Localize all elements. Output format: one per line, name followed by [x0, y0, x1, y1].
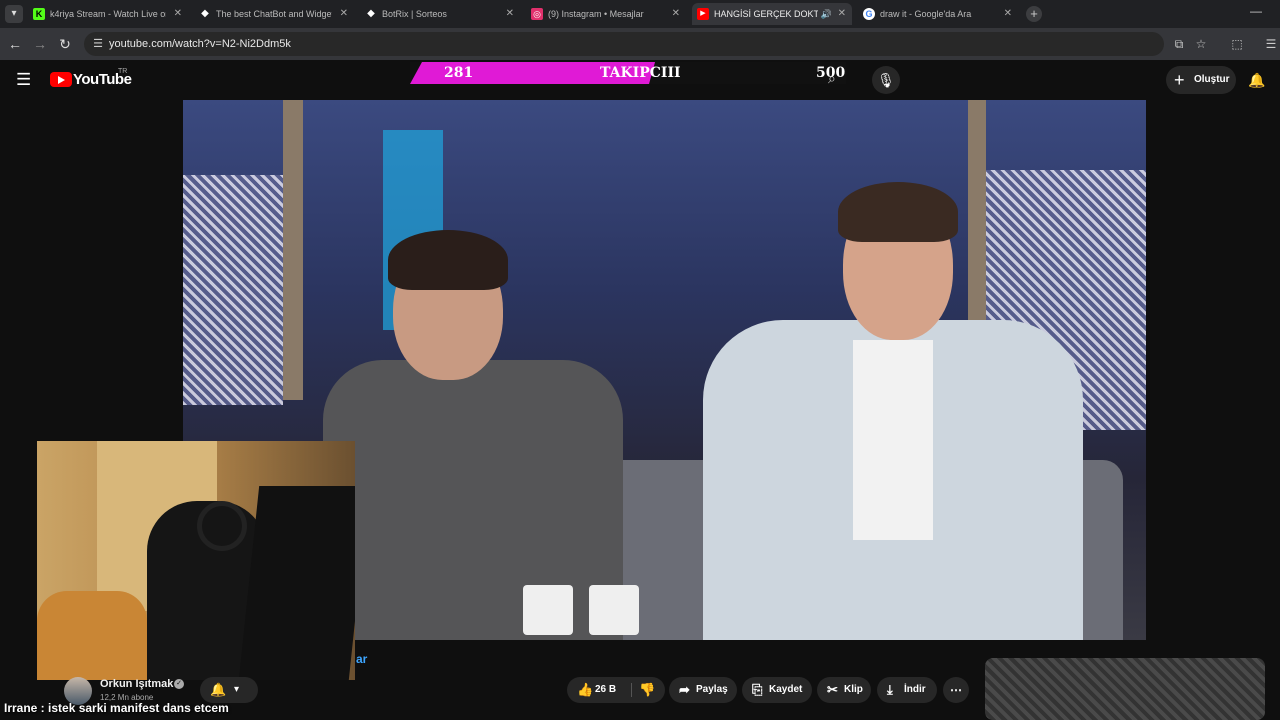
create-label: Oluştur: [1194, 74, 1230, 85]
tab-title: The best ChatBot and Widgets: [216, 9, 332, 19]
like-thumb-icon[interactable]: 👍: [577, 677, 593, 703]
video-cups: [523, 585, 653, 635]
verified-check-icon: ✓: [174, 679, 184, 689]
tab-title: k4riya Stream - Watch Live on Kick: [50, 9, 166, 19]
close-icon[interactable]: ✕: [340, 3, 348, 25]
tab-title: (9) Instagram • Mesajlar: [548, 9, 644, 19]
download-label: İndir: [904, 684, 926, 695]
new-tab-plus-icon[interactable]: +: [1026, 6, 1042, 22]
reload-icon[interactable]: ↻: [56, 35, 74, 53]
youtube-logo-icon[interactable]: [50, 72, 72, 87]
clip-button[interactable]: ✂ Klip: [817, 677, 871, 703]
browser-toolbar: ← → ↻ ☰ youtube.com/watch?v=N2-Ni2Ddm5k …: [0, 28, 1280, 60]
share-label: Paylaş: [696, 684, 728, 695]
chatbot-favicon-icon: ◆: [201, 8, 209, 19]
tab-kick[interactable]: K k4riya Stream - Watch Live on Kick ✕: [28, 3, 188, 25]
voice-search-mic-icon[interactable]: 🎙: [872, 66, 900, 94]
channel-name[interactable]: Orkun Işıtmak: [100, 678, 173, 690]
extensions-puzzle-icon[interactable]: ⬚: [1228, 35, 1246, 53]
streamer-webcam: [37, 441, 355, 680]
download-button[interactable]: ⤓ İndir: [877, 677, 937, 703]
video-person-left: [323, 230, 623, 640]
bell-icon: 🔔: [210, 682, 227, 697]
dislike-thumb-icon[interactable]: 👎: [639, 677, 655, 703]
chevron-down-icon: ▾: [234, 684, 240, 695]
tab-instagram[interactable]: ◎ (9) Instagram • Mesajlar ✕: [526, 3, 686, 25]
create-button[interactable]: + Oluştur: [1166, 66, 1236, 94]
follower-goal-overlay: 281 TAKIPCIII 500: [410, 62, 846, 84]
close-icon[interactable]: ✕: [1004, 3, 1012, 25]
video-person-right: [703, 182, 1083, 640]
install-app-icon[interactable]: ⧉: [1170, 35, 1188, 53]
download-icon: ⤓: [887, 682, 893, 697]
browser-tab-strip: ▾ K k4riya Stream - Watch Live on Kick ✕…: [0, 0, 1280, 28]
instagram-favicon-icon: ◎: [531, 8, 543, 20]
google-favicon-icon: G: [863, 8, 875, 20]
save-button[interactable]: ⎘ Kaydet: [742, 677, 812, 703]
tab-title: HANGİSİ GERÇEK DOKTOR?: [714, 9, 818, 19]
kick-favicon-icon: K: [33, 8, 45, 20]
close-icon[interactable]: ✕: [838, 3, 846, 25]
goal-label: TAKIPCIII: [600, 65, 681, 81]
notifications-bell-icon[interactable]: 🔔: [1248, 70, 1266, 90]
close-icon[interactable]: ✕: [174, 3, 182, 25]
botrix-favicon-icon: ◆: [367, 8, 375, 19]
speaker-icon[interactable]: 🔊: [821, 3, 832, 25]
minimize-icon[interactable]: —: [1250, 5, 1264, 19]
more-actions-icon[interactable]: ⋯: [943, 677, 969, 703]
close-icon[interactable]: ✕: [506, 3, 514, 25]
scissors-icon: ✂: [827, 682, 838, 697]
share-button[interactable]: ➦ Paylaş: [669, 677, 737, 703]
divider: [631, 683, 632, 697]
like-count[interactable]: 26 B: [595, 677, 616, 703]
tab-botrix[interactable]: ◆ BotRix | Sorteos ✕: [360, 3, 520, 25]
browser-menu-icon[interactable]: ☰: [1262, 35, 1280, 53]
like-dislike-group: 👍 26 B 👎: [567, 677, 665, 703]
chat-overlay-message: Irrane : istek sarki manifest dans etcem: [4, 701, 229, 715]
clip-label: Klip: [844, 684, 863, 695]
tab-title: draw it - Google'da Ara: [880, 9, 972, 19]
address-bar[interactable]: ☰ youtube.com/watch?v=N2-Ni2Ddm5k: [84, 32, 1164, 56]
youtube-favicon-icon: ▶: [697, 8, 709, 20]
close-icon[interactable]: ✕: [672, 3, 680, 25]
recommended-video-thumbnail[interactable]: [985, 658, 1265, 720]
tab-youtube-video[interactable]: ▶ HANGİSİ GERÇEK DOKTOR? 🔊 ✕: [692, 3, 852, 25]
forward-arrow-icon[interactable]: →: [31, 35, 49, 53]
hamburger-menu-icon[interactable]: ☰: [16, 70, 34, 90]
save-label: Kaydet: [769, 684, 803, 695]
tab-google-search[interactable]: G draw it - Google'da Ara ✕: [858, 3, 1018, 25]
subscribed-notifications-button[interactable]: 🔔 ▾: [200, 677, 258, 703]
bookmark-icon: ⎘: [752, 682, 763, 697]
back-arrow-icon[interactable]: ←: [6, 35, 24, 53]
video-background-pillar: [283, 100, 303, 400]
plus-icon: +: [1174, 70, 1185, 90]
bookmark-star-icon[interactable]: ☆: [1192, 35, 1210, 53]
tab-search-chevron-icon[interactable]: ▾: [5, 5, 23, 23]
search-icon[interactable]: ⌕: [828, 70, 836, 87]
tab-chatbot[interactable]: ◆ The best ChatBot and Widgets ✕: [194, 3, 354, 25]
site-info-icon[interactable]: ☰: [90, 36, 106, 52]
country-code: TR: [118, 68, 128, 75]
goal-current: 281: [444, 65, 474, 81]
video-background-panel: [183, 175, 283, 405]
share-arrow-icon: ➦: [679, 682, 690, 697]
tab-title: BotRix | Sorteos: [382, 9, 447, 19]
video-title-link[interactable]: ar: [356, 652, 367, 666]
address-url[interactable]: youtube.com/watch?v=N2-Ni2Ddm5k: [109, 32, 291, 56]
